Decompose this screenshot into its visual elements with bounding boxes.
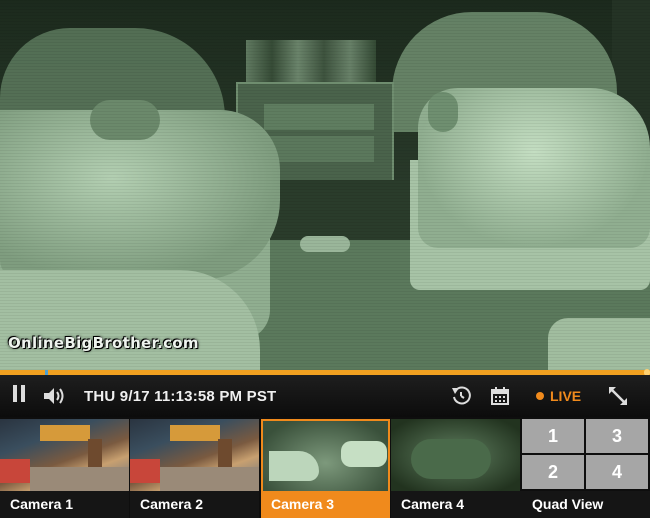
camera-1-tab[interactable]: Camera 1 (0, 417, 129, 518)
replay-icon (452, 386, 471, 405)
camera-4-tab[interactable]: Camera 4 (391, 417, 520, 518)
live-label: LIVE (550, 388, 582, 404)
quad-cell: 4 (586, 455, 648, 489)
quad-view-grid: 1 3 2 4 (522, 419, 648, 489)
camera-2-tab[interactable]: Camera 2 (130, 417, 259, 518)
quad-cell: 1 (522, 419, 584, 453)
fullscreen-icon (609, 387, 627, 405)
camera-4-thumbnail (391, 419, 520, 491)
quad-cell: 3 (586, 419, 648, 453)
watermark: OnlineBigBrother.com (8, 334, 199, 352)
calendar-button[interactable] (488, 375, 512, 417)
pause-icon (11, 385, 27, 407)
control-bar: THU 9/17 11:13:58 PM PST LIVE (0, 375, 650, 417)
camera-4-label: Camera 4 (391, 491, 520, 518)
live-dot-icon (536, 392, 544, 400)
quad-view-label: Quad View (520, 491, 650, 518)
camera-3-tab[interactable]: Camera 3 (261, 417, 390, 518)
quad-view-tab[interactable]: 1 3 2 4 Quad View (520, 417, 650, 518)
speaker-icon (44, 388, 64, 404)
camera-1-label: Camera 1 (0, 491, 129, 518)
video-feed[interactable]: OnlineBigBrother.com (0, 0, 650, 370)
camera-3-label: Camera 3 (261, 491, 390, 518)
camera-2-label: Camera 2 (130, 491, 259, 518)
camera-1-thumbnail (0, 419, 129, 491)
quad-cell: 2 (522, 455, 584, 489)
replay-button[interactable] (448, 375, 474, 417)
timestamp: THU 9/17 11:13:58 PM PST (84, 387, 277, 405)
volume-button[interactable] (40, 375, 68, 417)
fullscreen-button[interactable] (604, 375, 632, 417)
camera-selector: Camera 1 Camera 2 Camera 3 Camera 4 1 3 … (0, 417, 650, 518)
live-button[interactable]: LIVE (536, 375, 581, 417)
calendar-icon (491, 387, 509, 405)
camera-2-thumbnail (130, 419, 259, 491)
video-scanlines (0, 0, 650, 370)
pause-button[interactable] (8, 375, 30, 417)
camera-3-thumbnail (261, 419, 390, 491)
